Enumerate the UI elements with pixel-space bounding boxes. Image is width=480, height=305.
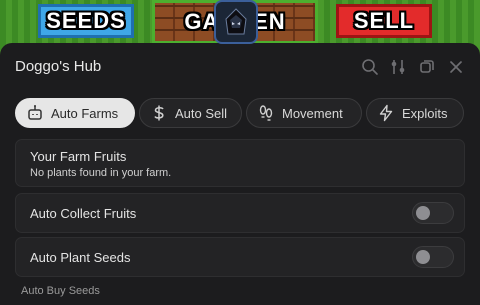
tab-movement[interactable]: Movement [246, 98, 362, 128]
auto-plant-seeds-toggle[interactable] [412, 246, 454, 268]
hub-logo-avatar[interactable] [214, 0, 258, 44]
seeds-button[interactable]: SEEDS [38, 4, 134, 38]
auto-collect-fruits-row[interactable]: Auto Collect Fruits [15, 193, 465, 233]
close-icon[interactable] [446, 57, 466, 77]
tab-auto-sell[interactable]: Auto Sell [139, 98, 242, 128]
toggle-knob [416, 250, 430, 264]
tab-label: Movement [282, 105, 343, 121]
settings-sliders-icon[interactable] [388, 57, 408, 77]
title-bar: Doggo's Hub [0, 43, 480, 91]
search-icon[interactable] [360, 57, 380, 77]
toggle-label: Auto Collect Fruits [30, 206, 137, 221]
window-title: Doggo's Hub [15, 58, 102, 75]
hub-window: Doggo's Hub Auto Farms Auto Sell Movemen… [0, 43, 480, 305]
farm-fruits-card: Your Farm Fruits No plants found in your… [15, 139, 465, 187]
farm-fruits-status: No plants found in your farm. [30, 167, 172, 179]
sell-button[interactable]: SELL [336, 4, 432, 38]
robot-icon [26, 104, 44, 122]
hooded-figure-icon [225, 8, 247, 35]
tab-exploits[interactable]: Exploits [366, 98, 464, 128]
farm-fruits-title: Your Farm Fruits [30, 149, 127, 164]
tab-label: Auto Farms [51, 105, 119, 121]
minimize-window-icon[interactable] [417, 57, 437, 77]
auto-collect-fruits-toggle[interactable] [412, 202, 454, 224]
auto-plant-seeds-row[interactable]: Auto Plant Seeds [15, 237, 465, 277]
auto-buy-seeds-section-label: Auto Buy Seeds [21, 285, 100, 297]
toggle-knob [416, 206, 430, 220]
lightning-icon [377, 104, 395, 122]
footprints-icon [257, 104, 275, 122]
tab-auto-farms[interactable]: Auto Farms [15, 98, 135, 128]
toggle-label: Auto Plant Seeds [30, 250, 131, 265]
dollar-icon [150, 104, 168, 122]
tab-label: Auto Sell [175, 105, 228, 121]
tab-label: Exploits [402, 105, 448, 121]
